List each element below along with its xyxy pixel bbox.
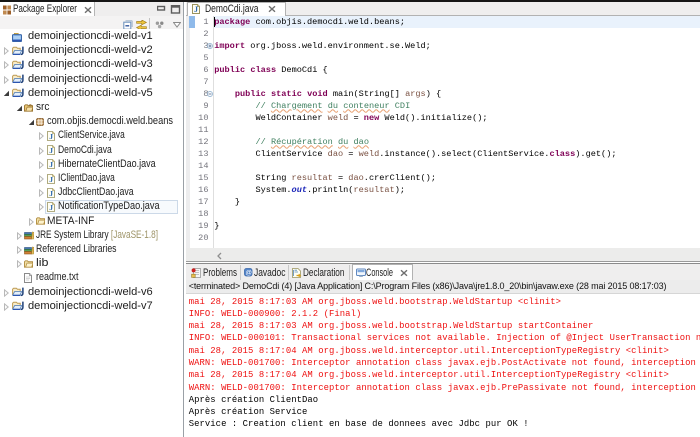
svg-text:J: J [194, 5, 198, 14]
svg-text:@: @ [246, 270, 252, 277]
svg-text:J: J [49, 160, 53, 169]
svg-text:J: J [49, 203, 53, 212]
svg-text:J: J [49, 189, 53, 198]
svg-text:J: J [49, 146, 53, 155]
svg-text:J: J [49, 132, 53, 141]
svg-text:J: J [49, 175, 53, 184]
